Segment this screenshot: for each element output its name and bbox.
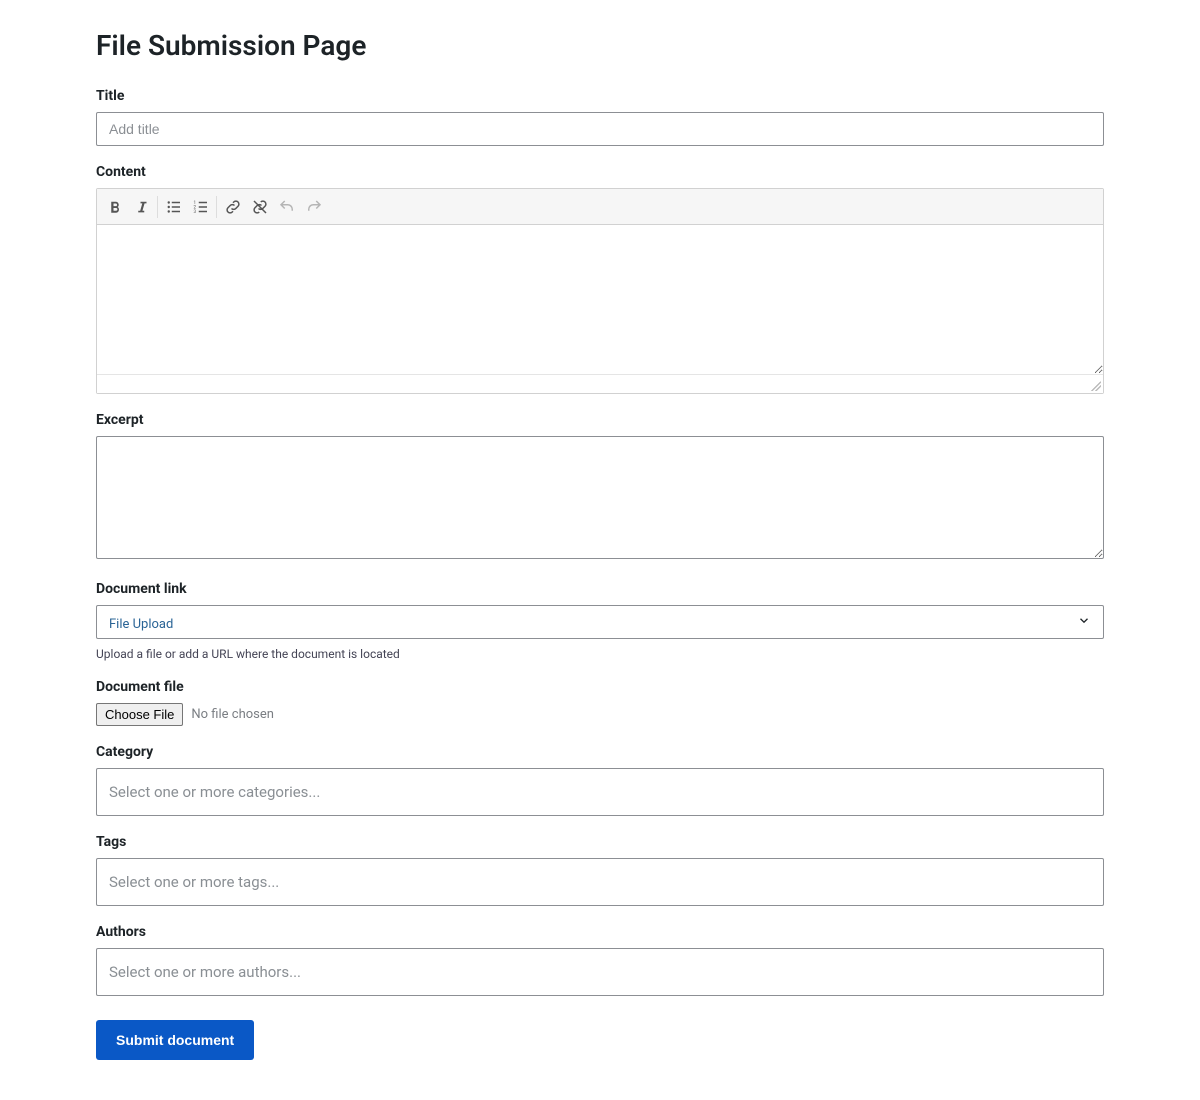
field-category: Category Select one or more categories..… bbox=[96, 744, 1104, 816]
field-title: Title bbox=[96, 88, 1104, 146]
field-authors: Authors Select one or more authors... bbox=[96, 924, 1104, 996]
category-multiselect[interactable]: Select one or more categories... bbox=[96, 768, 1104, 816]
file-chooser: Choose File No file chosen bbox=[96, 703, 1104, 726]
italic-button[interactable] bbox=[128, 193, 155, 220]
svg-text:3: 3 bbox=[193, 209, 196, 215]
label-document-link: Document link bbox=[96, 581, 1104, 597]
label-content: Content bbox=[96, 164, 1104, 180]
field-content: Content 123 bbox=[96, 164, 1104, 394]
undo-icon bbox=[278, 198, 296, 216]
italic-icon bbox=[133, 198, 151, 216]
submit-document-button[interactable]: Submit document bbox=[96, 1020, 254, 1060]
rich-text-editor: 123 bbox=[96, 188, 1104, 394]
authors-multiselect[interactable]: Select one or more authors... bbox=[96, 948, 1104, 996]
tags-placeholder: Select one or more tags... bbox=[109, 873, 279, 891]
redo-icon bbox=[305, 198, 323, 216]
authors-placeholder: Select one or more authors... bbox=[109, 963, 301, 981]
bulleted-list-button[interactable] bbox=[160, 193, 187, 220]
numbered-list-button[interactable]: 123 bbox=[187, 193, 214, 220]
unlink-button[interactable] bbox=[246, 193, 273, 220]
chevron-down-icon bbox=[1077, 613, 1091, 632]
editor-resize-handle[interactable] bbox=[97, 375, 1103, 393]
label-title: Title bbox=[96, 88, 1104, 104]
unlink-icon bbox=[251, 198, 269, 216]
numbered-list-icon: 123 bbox=[192, 198, 210, 216]
toolbar-separator bbox=[216, 196, 217, 218]
label-category: Category bbox=[96, 744, 1104, 760]
choose-file-button[interactable]: Choose File bbox=[96, 703, 183, 726]
field-excerpt: Excerpt bbox=[96, 412, 1104, 563]
label-excerpt: Excerpt bbox=[96, 412, 1104, 428]
link-button[interactable] bbox=[219, 193, 246, 220]
editor-toolbar: 123 bbox=[97, 189, 1103, 225]
page-title: File Submission Page bbox=[96, 28, 1104, 64]
document-link-selected: File Upload bbox=[97, 611, 1103, 632]
title-input[interactable] bbox=[96, 112, 1104, 146]
label-tags: Tags bbox=[96, 834, 1104, 850]
document-link-helper: Upload a file or add a URL where the doc… bbox=[96, 647, 1104, 661]
label-authors: Authors bbox=[96, 924, 1104, 940]
bold-icon bbox=[106, 198, 124, 216]
field-document-link: Document link File Upload Upload a file … bbox=[96, 581, 1104, 661]
field-document-file: Document file Choose File No file chosen bbox=[96, 679, 1104, 726]
category-placeholder: Select one or more categories... bbox=[109, 783, 320, 801]
tags-multiselect[interactable]: Select one or more tags... bbox=[96, 858, 1104, 906]
field-tags: Tags Select one or more tags... bbox=[96, 834, 1104, 906]
content-editor-body[interactable] bbox=[97, 225, 1103, 375]
excerpt-textarea[interactable] bbox=[96, 436, 1104, 559]
file-status-text: No file chosen bbox=[191, 707, 274, 722]
undo-button[interactable] bbox=[273, 193, 300, 220]
document-link-select[interactable]: File Upload bbox=[96, 605, 1104, 639]
toolbar-separator bbox=[157, 196, 158, 218]
bulleted-list-icon bbox=[165, 198, 183, 216]
label-document-file: Document file bbox=[96, 679, 1104, 695]
link-icon bbox=[224, 198, 242, 216]
bold-button[interactable] bbox=[101, 193, 128, 220]
file-submission-page: File Submission Page Title Content 123 bbox=[96, 0, 1104, 1100]
redo-button[interactable] bbox=[300, 193, 327, 220]
